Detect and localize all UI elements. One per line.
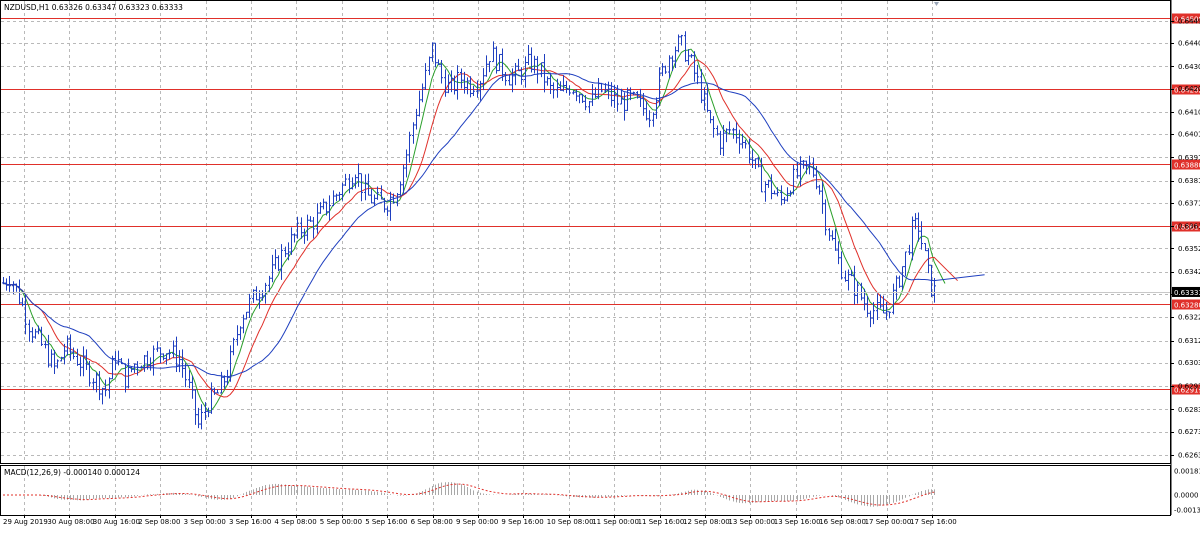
current-price-label: 0.63333	[1174, 289, 1200, 297]
chart-shift-marker-icon[interactable]	[934, 2, 939, 6]
price-label: 0.64400	[1178, 40, 1200, 48]
time-label: 17 Sep 16:00	[910, 518, 957, 526]
price-label: 0.63910	[1178, 154, 1200, 162]
price-label: 0.64205	[1178, 85, 1200, 93]
main-panel-frame	[0, 0, 1171, 464]
time-label: 30 Aug 16:00	[93, 518, 140, 526]
price-label: 0.63615	[1178, 223, 1200, 231]
price-label: 0.62635	[1178, 451, 1200, 459]
time-label: 17 Sep 00:00	[865, 518, 912, 526]
price-label: 0.63030	[1178, 359, 1200, 367]
time-label: 9 Sep 00:00	[456, 518, 498, 526]
level-price-label: 0.63280	[1174, 302, 1200, 310]
macd-panel-frame	[0, 465, 1171, 516]
chart-window[interactable]: 0.645090.642020.638800.636140.632800.629…	[0, 0, 1200, 531]
price-label: 0.63225	[1178, 314, 1200, 322]
level-lines[interactable]: 0.645090.642020.638800.636140.632800.629…	[1, 13, 1200, 395]
price-label: 0.64105	[1178, 108, 1200, 116]
price-label: 0.63810	[1178, 177, 1200, 185]
chart-canvas[interactable]: 0.645090.642020.638800.636140.632800.629…	[0, 0, 1200, 531]
price-label: 0.62930	[1178, 383, 1200, 391]
time-label: 6 Sep 08:00	[411, 518, 453, 526]
price-axis[interactable]: 0.64495 0.64400 0.64300 0.64205 0.64105 0.640…	[1, 17, 1200, 515]
time-label: 13 Sep 00:00	[728, 518, 775, 526]
level-price-label: 0.63880	[1174, 162, 1200, 170]
time-label: 16 Sep 08:00	[819, 518, 866, 526]
time-label: 3 Sep 00:00	[184, 518, 226, 526]
moving-averages	[2, 48, 985, 412]
time-label: 29 Aug 2019	[3, 518, 48, 526]
time-label: 11 Sep 16:00	[638, 518, 685, 526]
price-label: 0.64010	[1178, 131, 1200, 139]
price-label: 0.62735	[1178, 428, 1200, 436]
time-label: 30 Aug 08:00	[47, 518, 94, 526]
chart-title: NZDUSD,H1 0.63326 0.63347 0.63323 0.6333…	[4, 3, 183, 12]
macd-axis-label: 0.00181	[1174, 468, 1200, 476]
price-label: 0.63125	[1178, 337, 1200, 345]
time-axis[interactable]: 29 Aug 2019 30 Aug 08:0030 Aug 16:002 Sep…	[3, 515, 957, 526]
time-label: 13 Sep 16:00	[774, 518, 821, 526]
macd-signal-line	[3, 483, 935, 506]
macd-title: MACD(12,26,9) -0.000140 0.000124	[4, 468, 140, 477]
price-label: 0.64495	[1178, 17, 1200, 25]
price-label: 0.63520	[1178, 245, 1200, 253]
ma-line	[2, 72, 985, 378]
macd-indicator	[3, 482, 935, 507]
price-label: 0.63715	[1178, 199, 1200, 207]
grid	[1, 1, 1170, 515]
price-label: 0.64300	[1178, 63, 1200, 71]
macd-axis-label: 0.0000	[1174, 492, 1199, 500]
price-label: 0.62830	[1178, 406, 1200, 414]
time-label: 2 Sep 08:00	[138, 518, 180, 526]
price-label: 0.63420	[1178, 268, 1200, 276]
time-label: 3 Sep 16:00	[229, 518, 271, 526]
time-label: 9 Sep 16:00	[501, 518, 543, 526]
time-label: 5 Sep 16:00	[365, 518, 407, 526]
time-label: 12 Sep 08:00	[683, 518, 730, 526]
time-label: 10 Sep 08:00	[547, 518, 594, 526]
macd-axis-label: -0.00138	[1174, 507, 1200, 515]
ma-line	[2, 59, 958, 398]
time-label: 4 Sep 08:00	[274, 518, 316, 526]
time-label: 11 Sep 00:00	[592, 518, 639, 526]
time-label: 5 Sep 00:00	[320, 518, 362, 526]
